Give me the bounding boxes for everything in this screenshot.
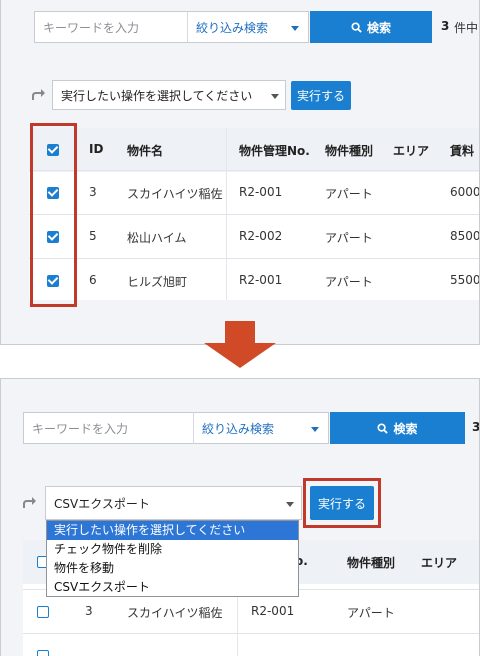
col-management-no: 物件管理No. bbox=[239, 144, 310, 158]
cell-name: スカイハイツ稲佐 bbox=[127, 187, 223, 201]
cell-type: アパート bbox=[325, 231, 373, 245]
search-button-label: 検索 bbox=[393, 421, 418, 436]
col-name: 物件名 bbox=[127, 144, 164, 158]
cell-name: ヒルズ旭町 bbox=[127, 275, 188, 289]
cell-name: 松山ハイム bbox=[127, 231, 187, 245]
col-area: エリア bbox=[393, 144, 430, 158]
result-count: 3 bbox=[472, 420, 480, 434]
cell-id: 3 bbox=[85, 604, 93, 618]
cell-management-no: R2-001 bbox=[239, 185, 283, 199]
run-button-label: 実行する bbox=[296, 89, 345, 103]
before-panel: キーワードを入力 絞り込み検索 検索 3 件中1 実行したい操作を選択してくださ… bbox=[0, 0, 480, 345]
cell-rent: 85000 bbox=[450, 229, 480, 243]
bulk-action-select[interactable]: 実行したい操作を選択してください bbox=[52, 80, 286, 110]
cell-name: スカイハイツ稲佐 bbox=[127, 606, 223, 620]
cell-rent: 55000 bbox=[450, 273, 480, 287]
cell-type: アパート bbox=[325, 187, 373, 201]
run-button[interactable]: 実行する bbox=[291, 81, 351, 110]
row-checkbox[interactable] bbox=[37, 650, 49, 656]
filter-select[interactable]: 絞り込み検索 bbox=[193, 412, 329, 444]
after-panel: キーワードを入力 絞り込み検索 検索 3 CSVエクスポート No. 物件種別 … bbox=[0, 378, 480, 656]
search-icon bbox=[351, 21, 362, 33]
search-icon bbox=[377, 422, 389, 434]
chevron-down-icon bbox=[286, 502, 294, 507]
chevron-down-icon bbox=[291, 26, 299, 31]
cell-id: 6 bbox=[89, 273, 97, 287]
col-type: 物件種別 bbox=[325, 144, 374, 158]
dropdown-option[interactable]: チェック物件を削除 bbox=[47, 540, 298, 559]
table-row[interactable]: 5 松山ハイム R2-002 アパート 85000 bbox=[29, 214, 480, 258]
bulk-action-dropdown: 実行したい操作を選択してください チェック物件を削除 物件を移動 CSVエクスポ… bbox=[46, 520, 299, 597]
dropdown-option[interactable]: 実行したい操作を選択してください bbox=[47, 521, 298, 540]
col-id: ID bbox=[89, 142, 104, 156]
search-input[interactable]: キーワードを入力 bbox=[34, 11, 188, 43]
table-row[interactable]: 3 スカイハイツ稲佐 R2-001 アパート 60000 bbox=[29, 170, 480, 214]
cell-id: 3 bbox=[89, 185, 97, 199]
dropdown-option[interactable]: CSVエクスポート bbox=[47, 578, 298, 597]
chevron-down-icon bbox=[311, 427, 319, 432]
cell-type: アパート bbox=[325, 275, 373, 289]
cell-management-no: R2-002 bbox=[239, 229, 283, 243]
search-button[interactable]: 検索 bbox=[310, 11, 432, 43]
search-button-label: 検索 bbox=[366, 20, 391, 35]
col-rent: 賃料 bbox=[450, 144, 475, 158]
col-type: 物件種別 bbox=[347, 556, 396, 570]
col-area: エリア bbox=[421, 556, 458, 570]
table-header: ID 物件名 物件管理No. 物件種別 エリア 賃料 bbox=[29, 128, 479, 172]
result-count-suffix: 件中1 bbox=[454, 21, 479, 35]
cell-management-no: R2-001 bbox=[239, 273, 283, 287]
chevron-down-icon bbox=[271, 94, 279, 99]
down-arrow-icon bbox=[225, 321, 255, 345]
filter-select[interactable]: 絞り込み検索 bbox=[187, 11, 309, 43]
cell-id: 5 bbox=[89, 229, 97, 243]
redo-arrow-icon bbox=[32, 89, 45, 100]
down-arrow-head bbox=[204, 343, 276, 368]
search-placeholder: キーワードを入力 bbox=[32, 421, 129, 436]
property-table: ID 物件名 物件管理No. 物件種別 エリア 賃料 3 スカイハイツ稲佐 R2… bbox=[29, 128, 480, 302]
filter-select-label: 絞り込み検索 bbox=[202, 421, 275, 436]
cell-type: アパート bbox=[347, 606, 395, 620]
bulk-action-selected: CSVエクスポート bbox=[54, 496, 150, 511]
row-checkbox[interactable] bbox=[37, 606, 49, 618]
checkbox-column-highlight bbox=[30, 123, 77, 307]
redo-arrow-icon bbox=[23, 497, 36, 508]
bulk-action-selected: 実行したい操作を選択してください bbox=[61, 88, 253, 103]
table-row[interactable]: 6 ヒルズ旭町 R2-001 アパート 55000 bbox=[29, 258, 480, 302]
dropdown-option[interactable]: 物件を移動 bbox=[47, 559, 298, 578]
filter-select-label: 絞り込み検索 bbox=[196, 20, 269, 35]
table-row[interactable] bbox=[23, 633, 479, 656]
result-count: 3 bbox=[441, 19, 450, 33]
cell-rent: 60000 bbox=[450, 185, 480, 199]
cell-management-no: R2-001 bbox=[251, 604, 295, 618]
bulk-action-select[interactable]: CSVエクスポート bbox=[45, 486, 302, 520]
search-button[interactable]: 検索 bbox=[330, 412, 465, 444]
run-button-highlight bbox=[303, 478, 381, 528]
search-placeholder: キーワードを入力 bbox=[43, 20, 140, 35]
search-input[interactable]: キーワードを入力 bbox=[23, 412, 194, 444]
